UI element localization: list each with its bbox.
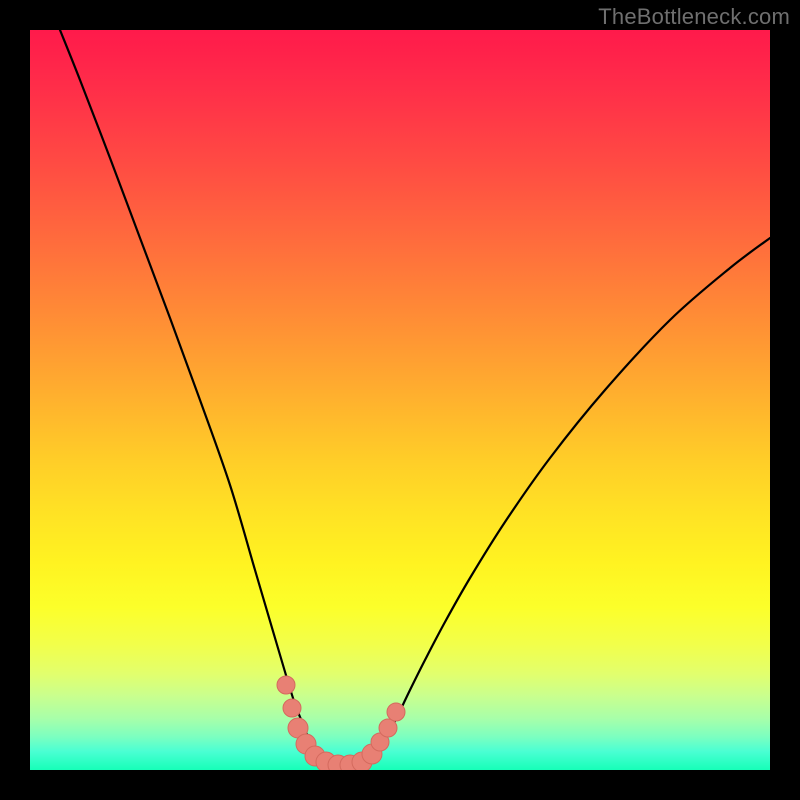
bead-group (277, 676, 405, 770)
curve-left-branch (60, 30, 348, 768)
curve-right-branch (348, 238, 770, 768)
curves-svg (30, 30, 770, 770)
bead-11 (379, 719, 397, 737)
chart-stage: TheBottleneck.com (0, 0, 800, 800)
curve-group (60, 30, 770, 768)
watermark-text: TheBottleneck.com (598, 4, 790, 30)
plot-area (30, 30, 770, 770)
bead-1 (283, 699, 301, 717)
bead-12 (387, 703, 405, 721)
bead-0 (277, 676, 295, 694)
